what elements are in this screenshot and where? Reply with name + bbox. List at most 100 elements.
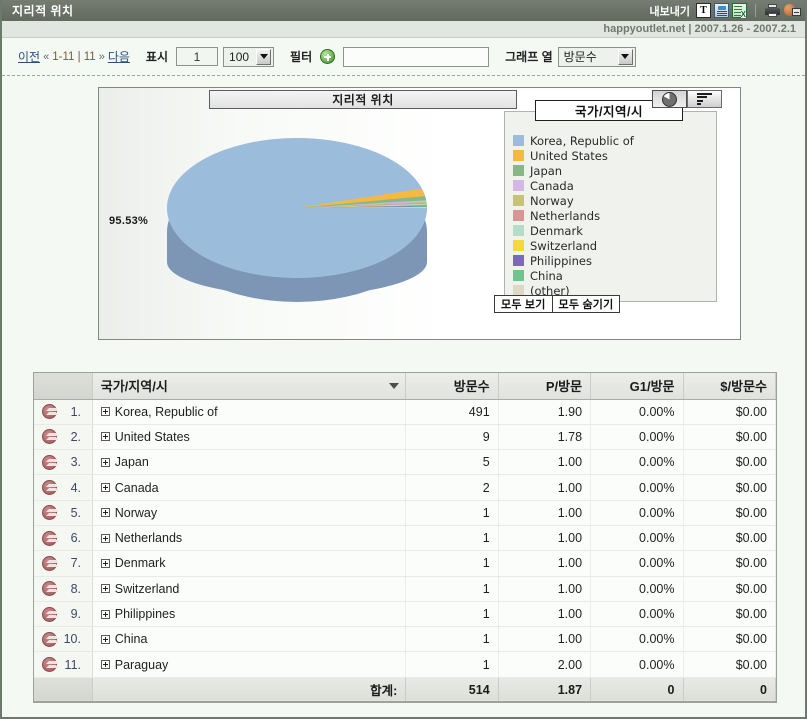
- drilldown-icon[interactable]: [42, 505, 59, 521]
- add-filter-icon[interactable]: [320, 49, 336, 64]
- row-country-label[interactable]: Switzerland: [115, 582, 180, 596]
- data-table-container: 국가/지역/시 방문수 P/방문 G1/방문 $/방문수 1. Korea, Re…: [33, 372, 777, 704]
- expand-icon[interactable]: [100, 432, 110, 442]
- column-header-country[interactable]: 국가/지역/시: [92, 373, 407, 400]
- drilldown-icon[interactable]: [42, 581, 59, 597]
- app-window: 지리적 위치 내보내기 T happyoutlet.net | 2007.1.2…: [0, 0, 807, 719]
- expand-icon[interactable]: [100, 609, 110, 619]
- graph-column-value: 방문수: [563, 50, 597, 64]
- prev-page-link[interactable]: 이전: [18, 48, 40, 65]
- hide-all-button[interactable]: 모두 숨기기: [552, 295, 621, 313]
- column-header-goal[interactable]: G1/방문: [590, 373, 684, 400]
- row-visits: 1: [405, 550, 499, 577]
- export-doc-icon[interactable]: [714, 3, 729, 18]
- drilldown-icon[interactable]: [42, 555, 59, 571]
- expand-icon[interactable]: [100, 558, 110, 568]
- row-pageviews: 1.78: [498, 424, 592, 451]
- prev-chevron-icon[interactable]: «: [40, 51, 52, 63]
- pie-surface: [167, 138, 427, 278]
- column-header-value[interactable]: $/방문수: [683, 373, 776, 400]
- drilldown-icon[interactable]: [42, 404, 59, 420]
- legend-item[interactable]: China: [513, 269, 710, 283]
- legend-color-swatch: [513, 225, 524, 236]
- help-icon[interactable]: [784, 3, 801, 18]
- drilldown-icon[interactable]: [42, 429, 59, 445]
- row-country-cell: China: [92, 626, 407, 653]
- row-country-label[interactable]: Norway: [115, 506, 157, 520]
- filter-input[interactable]: [343, 46, 490, 67]
- legend-item[interactable]: United States: [513, 149, 710, 163]
- legend-item-label: Canada: [530, 178, 574, 193]
- expand-icon[interactable]: [100, 483, 110, 493]
- row-country-label[interactable]: Canada: [115, 481, 159, 495]
- row-country-label[interactable]: Netherlands: [115, 531, 182, 545]
- next-chevron-icon[interactable]: »: [96, 51, 108, 63]
- display-start-input[interactable]: [176, 47, 219, 66]
- export-excel-icon[interactable]: [732, 3, 747, 18]
- printer-icon[interactable]: [764, 3, 781, 18]
- title-bar: 지리적 위치 내보내기 T: [2, 0, 805, 21]
- row-country-label[interactable]: United States: [115, 430, 190, 444]
- expand-icon[interactable]: [100, 407, 110, 417]
- legend-item[interactable]: Canada: [513, 178, 710, 193]
- drilldown-icon[interactable]: [42, 454, 59, 470]
- row-country-cell: Switzerland: [92, 576, 407, 602]
- show-all-button[interactable]: 모두 보기: [494, 295, 553, 313]
- expand-icon[interactable]: [100, 584, 110, 594]
- row-country-label[interactable]: Paraguay: [115, 658, 169, 672]
- table-row: 5. Norway 1 1.00 0.00% $0.00: [34, 500, 776, 526]
- expand-icon[interactable]: [100, 508, 110, 518]
- sort-descending-icon[interactable]: [389, 382, 400, 389]
- legend-item[interactable]: Netherlands: [513, 209, 710, 223]
- row-visits: 1: [405, 626, 499, 653]
- chevron-down-icon[interactable]: [617, 48, 633, 65]
- row-rank-cell: 10.: [34, 626, 93, 653]
- next-page-link[interactable]: 다음: [108, 48, 130, 65]
- table-row: 2. United States 9 1.78 0.00% $0.00: [34, 424, 776, 451]
- drilldown-icon[interactable]: [42, 631, 59, 647]
- legend-item[interactable]: Japan: [513, 164, 710, 178]
- expand-icon[interactable]: [100, 533, 110, 543]
- row-country-label[interactable]: Philippines: [115, 607, 175, 621]
- pie-chart-icon[interactable]: [652, 90, 687, 108]
- legend-item[interactable]: Philippines: [513, 254, 710, 268]
- graph-column-select[interactable]: 방문수: [557, 46, 636, 67]
- legend-item[interactable]: Switzerland: [513, 239, 710, 253]
- row-visits: 1: [405, 576, 499, 602]
- row-country-cell: United States: [92, 424, 407, 451]
- column-header-visits[interactable]: 방문수: [405, 373, 499, 400]
- expand-icon[interactable]: [100, 634, 110, 644]
- chevron-down-icon[interactable]: [256, 48, 272, 65]
- legend-item[interactable]: Norway: [513, 194, 710, 208]
- legend-color-swatch: [513, 255, 524, 266]
- row-country-label[interactable]: Denmark: [115, 556, 166, 570]
- legend-item[interactable]: Korea, Republic of: [513, 134, 710, 148]
- totals-value: 0: [683, 676, 776, 702]
- table-header: 국가/지역/시 방문수 P/방문 G1/방문 $/방문수: [34, 373, 776, 400]
- drilldown-icon[interactable]: [42, 657, 59, 673]
- row-rank-number: 8.: [70, 581, 81, 596]
- expand-icon[interactable]: [100, 660, 110, 670]
- row-value: $0.00: [683, 550, 776, 577]
- legend-item[interactable]: Denmark: [513, 224, 710, 238]
- legend-color-swatch: [513, 135, 524, 146]
- bar-chart-icon[interactable]: [687, 90, 722, 108]
- row-country-label[interactable]: China: [115, 632, 148, 646]
- row-rank-cell: 8.: [34, 576, 93, 602]
- rows-per-page-value: 100: [229, 49, 250, 64]
- table-totals-row: 합계: 514 1.87 0 0: [34, 676, 776, 702]
- drilldown-icon[interactable]: [42, 480, 59, 496]
- data-table: 국가/지역/시 방문수 P/방문 G1/방문 $/방문수 1. Korea, Re…: [34, 373, 776, 702]
- export-text-icon[interactable]: T: [696, 3, 711, 18]
- row-country-cell: Philippines: [92, 601, 407, 628]
- row-rank-cell: 7.: [34, 550, 93, 577]
- row-value: $0.00: [683, 500, 776, 526]
- drilldown-icon[interactable]: [42, 530, 59, 546]
- column-header-pageviews[interactable]: P/방문: [498, 373, 592, 400]
- row-country-label[interactable]: Korea, Republic of: [115, 405, 218, 419]
- row-country-label[interactable]: Japan: [115, 455, 149, 469]
- rows-per-page-select[interactable]: 100: [223, 46, 275, 67]
- table-body: 1. Korea, Republic of 491 1.90 0.00% $0.00 2. U…: [34, 399, 776, 678]
- drilldown-icon[interactable]: [42, 606, 59, 622]
- expand-icon[interactable]: [100, 457, 110, 467]
